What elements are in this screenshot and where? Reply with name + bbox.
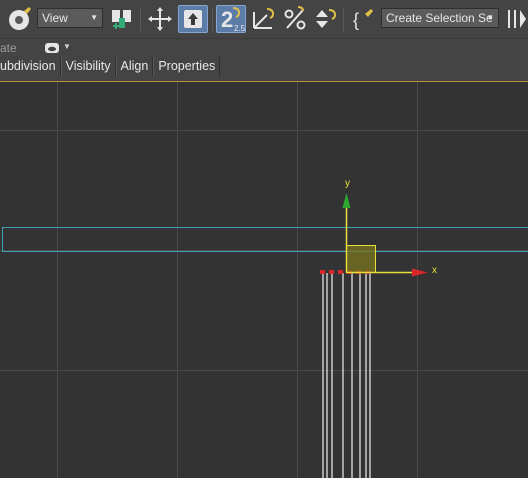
chevron-down-icon: ▼ — [90, 13, 98, 22]
vertex-marker — [329, 270, 334, 274]
reference-coordinate-value: View — [42, 11, 68, 25]
snaps-toggle-button[interactable]: 2 2.5 — [216, 5, 246, 33]
spinner-snap-icon — [316, 9, 337, 28]
select-object-button[interactable] — [178, 5, 208, 33]
chevron-down-icon[interactable]: ▼ — [63, 42, 71, 51]
eye-shape — [48, 46, 56, 52]
main-toolbar: View ▼ 2 2.5 {Create Selection Se ▼ — [0, 0, 528, 38]
vertex-marker — [320, 270, 325, 274]
selection-filter-icon — [9, 7, 31, 30]
snap-sub-label: 2.5 — [234, 24, 245, 33]
percent-snap-icon — [284, 6, 306, 30]
object-vertical-edges — [322, 273, 371, 478]
toolbar-separator — [140, 7, 141, 31]
ribbon-tab-bar: ubdivision Visibility Align Properties — [0, 57, 528, 77]
named-selection-set-value: Create Selection Se — [386, 11, 493, 25]
viewport-canvas[interactable]: y x — [0, 82, 528, 478]
angle-snap-icon — [253, 8, 275, 29]
secondary-toolbar: ate ▼ — [0, 38, 528, 58]
mirror-icon — [508, 10, 526, 28]
select-and-move-button[interactable] — [146, 5, 174, 33]
edit-named-selection-button[interactable]: { — [350, 5, 378, 33]
select-object-icon — [184, 10, 202, 28]
y-axis-label: y — [345, 178, 350, 189]
snap-dimension-label: 2 — [221, 7, 233, 32]
tab-align[interactable]: Align — [115, 57, 154, 76]
move-icon — [148, 7, 172, 31]
reference-coordinate-dropdown[interactable]: View ▼ — [37, 8, 103, 28]
x-axis-label: x — [432, 265, 437, 276]
visibility-icon[interactable] — [45, 43, 59, 53]
tab-properties[interactable]: Properties — [153, 57, 221, 76]
toolbar-separator — [212, 7, 213, 31]
spinner-snap-button[interactable] — [311, 5, 339, 33]
snap-2-5-icon: 2 2.5 — [221, 7, 245, 33]
xy-plane-handle[interactable] — [346, 245, 376, 273]
angle-snap-button[interactable] — [250, 5, 278, 33]
mirror-button[interactable] — [505, 5, 528, 33]
chevron-down-icon: ▼ — [486, 13, 494, 22]
braces-label: { — [353, 10, 359, 30]
selection-box[interactable] — [2, 227, 528, 252]
toolbar-separator — [343, 7, 344, 31]
named-selection-icon: { — [353, 9, 373, 30]
y-axis-arrow-icon[interactable] — [342, 193, 351, 208]
x-axis-arrow-icon[interactable] — [412, 268, 428, 277]
tab-visibility[interactable]: Visibility — [60, 57, 116, 76]
percent-snap-button[interactable] — [281, 5, 309, 33]
grid — [0, 82, 528, 478]
tab-subdivision[interactable]: ubdivision — [0, 57, 61, 76]
use-pivot-center-button[interactable] — [108, 5, 136, 33]
named-selection-set-dropdown[interactable]: Create Selection Se ▼ — [381, 8, 499, 28]
selection-filter-button[interactable] — [6, 5, 34, 33]
vertex-marker — [338, 270, 343, 274]
viewport[interactable]: y x — [0, 81, 528, 478]
pivot-center-icon — [112, 10, 131, 29]
truncated-label: ate — [0, 41, 17, 55]
